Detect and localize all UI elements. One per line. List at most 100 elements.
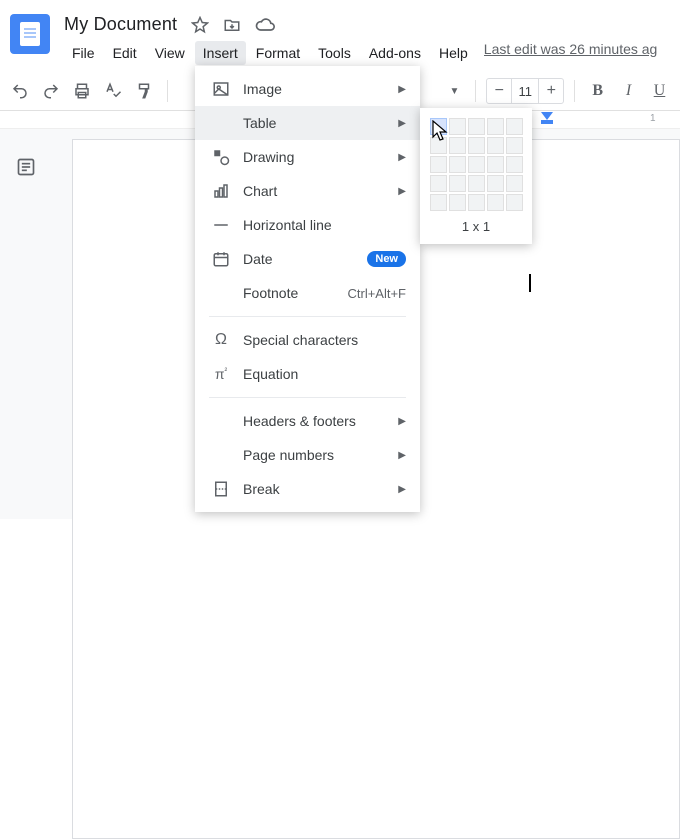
table-grid-cell[interactable] bbox=[468, 137, 485, 154]
font-size-value[interactable]: 11 bbox=[511, 79, 539, 103]
font-size-increase[interactable]: + bbox=[539, 79, 563, 103]
table-grid-cell[interactable] bbox=[449, 156, 466, 173]
new-badge: New bbox=[367, 251, 406, 267]
image-icon bbox=[209, 80, 233, 98]
table-grid-cell[interactable] bbox=[506, 194, 523, 211]
insert-horizontal-line[interactable]: Horizontal line bbox=[195, 208, 420, 242]
horizontal-line-icon bbox=[209, 216, 233, 234]
table-grid-cell[interactable] bbox=[506, 156, 523, 173]
move-icon[interactable] bbox=[223, 16, 241, 34]
menu-label: Chart bbox=[243, 183, 398, 199]
menu-view[interactable]: View bbox=[147, 41, 193, 65]
document-title[interactable]: My Document bbox=[64, 14, 177, 35]
break-icon bbox=[209, 480, 233, 498]
table-grid-cell[interactable] bbox=[487, 175, 504, 192]
table-grid-cell[interactable] bbox=[430, 137, 447, 154]
table-grid-cell[interactable] bbox=[468, 156, 485, 173]
font-family-caret-icon[interactable]: ▼ bbox=[444, 86, 466, 97]
insert-dropdown: Image ▶ Table ▶ Drawing ▶ Chart ▶ Horizo… bbox=[195, 66, 420, 512]
outline-icon[interactable] bbox=[16, 157, 36, 519]
insert-image[interactable]: Image ▶ bbox=[195, 72, 420, 106]
table-grid-cell[interactable] bbox=[430, 156, 447, 173]
table-grid-cell[interactable] bbox=[487, 156, 504, 173]
table-grid-cell[interactable] bbox=[430, 194, 447, 211]
menu-label: Equation bbox=[243, 366, 406, 382]
date-icon bbox=[209, 250, 233, 268]
menubar: File Edit View Insert Format Tools Add-o… bbox=[64, 37, 670, 65]
table-grid-cell[interactable] bbox=[468, 175, 485, 192]
submenu-arrow-icon: ▶ bbox=[398, 450, 406, 461]
indent-marker-icon[interactable] bbox=[540, 111, 552, 123]
pi-icon: π² bbox=[209, 366, 233, 382]
insert-break[interactable]: Break ▶ bbox=[195, 472, 420, 506]
submenu-arrow-icon: ▶ bbox=[398, 152, 406, 163]
menu-label: Table bbox=[243, 115, 398, 131]
table-grid-cell[interactable] bbox=[487, 194, 504, 211]
table-grid-cell[interactable] bbox=[449, 194, 466, 211]
submenu-arrow-icon: ▶ bbox=[398, 484, 406, 495]
redo-button[interactable] bbox=[39, 77, 64, 105]
table-grid-cell[interactable] bbox=[506, 118, 523, 135]
paint-format-button[interactable] bbox=[132, 77, 157, 105]
menu-edit[interactable]: Edit bbox=[105, 41, 145, 65]
submenu-arrow-icon: ▶ bbox=[398, 186, 406, 197]
table-size-grid[interactable] bbox=[430, 118, 522, 211]
menu-label: Headers & footers bbox=[243, 413, 398, 429]
menu-label: Special characters bbox=[243, 332, 406, 348]
cloud-status-icon[interactable] bbox=[255, 15, 275, 35]
table-grid-cell[interactable] bbox=[449, 175, 466, 192]
insert-page-numbers[interactable]: Page numbers ▶ bbox=[195, 438, 420, 472]
insert-footnote[interactable]: Footnote Ctrl+Alt+F bbox=[195, 276, 420, 310]
underline-button[interactable]: U bbox=[647, 77, 672, 105]
menu-separator bbox=[209, 397, 406, 398]
menu-format[interactable]: Format bbox=[248, 41, 308, 65]
submenu-arrow-icon: ▶ bbox=[398, 416, 406, 427]
spellcheck-button[interactable] bbox=[101, 77, 126, 105]
menu-file[interactable]: File bbox=[64, 41, 103, 65]
menu-label: Horizontal line bbox=[243, 217, 406, 233]
docs-logo[interactable] bbox=[10, 14, 50, 54]
font-size-control: − 11 + bbox=[486, 78, 564, 104]
insert-chart[interactable]: Chart ▶ bbox=[195, 174, 420, 208]
text-cursor bbox=[529, 274, 531, 292]
bold-button[interactable]: B bbox=[585, 77, 610, 105]
menu-shortcut: Ctrl+Alt+F bbox=[347, 286, 406, 301]
drawing-icon bbox=[209, 148, 233, 166]
insert-drawing[interactable]: Drawing ▶ bbox=[195, 140, 420, 174]
menu-addons[interactable]: Add-ons bbox=[361, 41, 429, 65]
last-edit-link[interactable]: Last edit was 26 minutes ag bbox=[484, 41, 658, 65]
table-grid-cell[interactable] bbox=[430, 175, 447, 192]
menu-separator bbox=[209, 316, 406, 317]
toolbar-separator bbox=[475, 80, 476, 102]
table-grid-cell[interactable] bbox=[506, 175, 523, 192]
italic-button[interactable]: I bbox=[616, 77, 641, 105]
menu-tools[interactable]: Tools bbox=[310, 41, 359, 65]
table-grid-cell[interactable] bbox=[430, 118, 447, 135]
font-size-decrease[interactable]: − bbox=[487, 79, 511, 103]
table-grid-cell[interactable] bbox=[487, 118, 504, 135]
menu-label: Break bbox=[243, 481, 398, 497]
ruler-tick: 1 bbox=[650, 113, 656, 124]
table-grid-cell[interactable] bbox=[506, 137, 523, 154]
menu-label: Drawing bbox=[243, 149, 398, 165]
print-button[interactable] bbox=[70, 77, 95, 105]
toolbar-separator bbox=[167, 80, 168, 102]
menu-insert[interactable]: Insert bbox=[195, 41, 246, 65]
insert-date[interactable]: Date New bbox=[195, 242, 420, 276]
insert-special-chars[interactable]: Ω Special characters bbox=[195, 323, 420, 357]
header: My Document File Edit View Insert Format… bbox=[0, 0, 680, 65]
insert-equation[interactable]: π² Equation bbox=[195, 357, 420, 391]
table-grid-cell[interactable] bbox=[487, 137, 504, 154]
table-grid-cell[interactable] bbox=[468, 118, 485, 135]
table-grid-cell[interactable] bbox=[449, 118, 466, 135]
table-grid-cell[interactable] bbox=[468, 194, 485, 211]
undo-button[interactable] bbox=[8, 77, 33, 105]
menu-label: Page numbers bbox=[243, 447, 398, 463]
table-size-label: 1 x 1 bbox=[430, 219, 522, 234]
insert-table[interactable]: Table ▶ bbox=[195, 106, 420, 140]
star-icon[interactable] bbox=[191, 16, 209, 34]
menu-help[interactable]: Help bbox=[431, 41, 476, 65]
insert-headers-footers[interactable]: Headers & footers ▶ bbox=[195, 404, 420, 438]
table-grid-cell[interactable] bbox=[449, 137, 466, 154]
omega-icon: Ω bbox=[209, 331, 233, 349]
